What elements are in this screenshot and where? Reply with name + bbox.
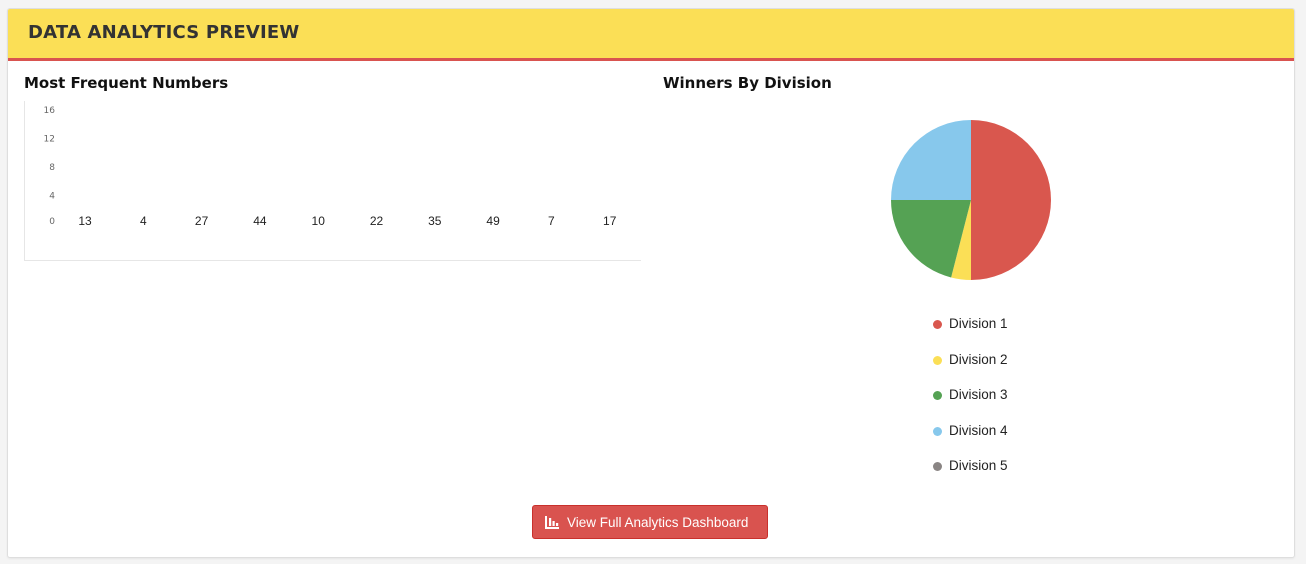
winners-by-division-title: Winners By Division: [663, 74, 832, 92]
legend-label: Division 4: [949, 422, 1008, 438]
analytics-preview-card: DATA ANALYTICS PREVIEW Most Frequent Num…: [7, 8, 1295, 558]
x-tick-label: 4: [140, 214, 147, 228]
card-title: DATA ANALYTICS PREVIEW: [28, 22, 300, 43]
x-tick-label: 35: [428, 214, 442, 228]
pie-slice-division-1: [971, 120, 1051, 280]
pie-chart-svg: [891, 120, 1051, 280]
x-tick-label: 27: [195, 214, 209, 228]
legend-label: Division 2: [949, 351, 1008, 367]
x-tick-label: 7: [548, 214, 555, 228]
legend-label: Division 5: [949, 458, 1008, 473]
legend-color-dot: [933, 320, 942, 329]
legend-label: Division 3: [949, 387, 1008, 402]
card-header: DATA ANALYTICS PREVIEW: [8, 9, 1294, 61]
legend-color-dot: [933, 391, 942, 400]
x-tick-label: 13: [78, 214, 92, 228]
bar-chart-icon: [545, 516, 559, 529]
y-tick-label: 0: [49, 217, 55, 227]
most-frequent-numbers-chart: 0 4 8 12 16 13 4 27 44 10 22 35 49 7 17: [24, 101, 641, 261]
x-tick-label: 49: [486, 214, 500, 228]
y-tick-label: 12: [44, 135, 55, 145]
x-tick-label: 44: [253, 214, 267, 228]
most-frequent-numbers-title: Most Frequent Numbers: [24, 74, 229, 92]
y-tick-label: 8: [49, 163, 55, 173]
winners-by-division-chart: [890, 119, 1052, 281]
x-tick-label: 17: [603, 214, 617, 228]
view-full-analytics-dashboard-button[interactable]: View Full Analytics Dashboard: [532, 505, 768, 539]
bar-chart-svg: 0 4 8 12 16 13 4 27 44 10 22 35 49 7 17: [44, 106, 617, 228]
x-tick-label: 10: [312, 214, 326, 228]
x-tick-label: 22: [370, 214, 384, 228]
legend-color-dot: [933, 426, 942, 436]
legend-color-dot: [933, 462, 942, 471]
dashboard-button-label: View Full Analytics Dashboard: [567, 515, 749, 530]
y-tick-label: 16: [44, 106, 56, 116]
pie-slice-division-4: [891, 120, 971, 200]
legend-label: Division 1: [949, 316, 1008, 331]
legend-color-dot: [933, 355, 942, 365]
y-tick-label: 4: [49, 192, 55, 202]
